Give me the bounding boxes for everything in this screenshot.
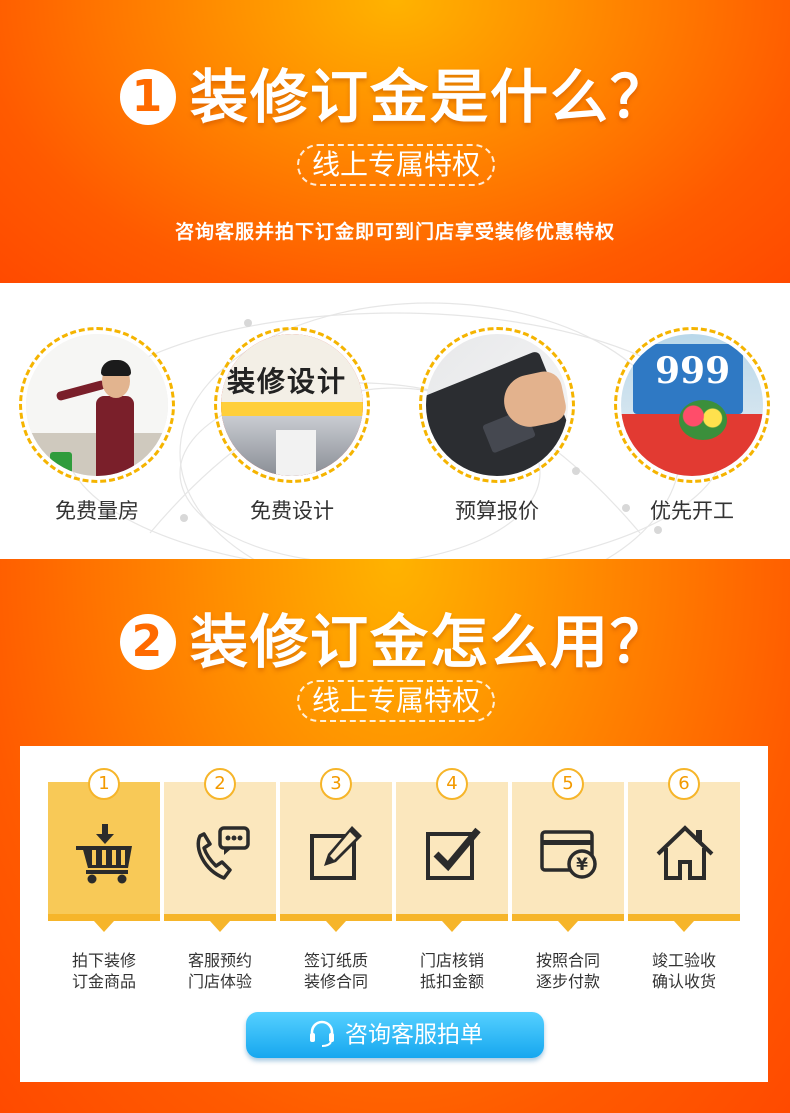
feature-image-frame — [19, 327, 175, 483]
step-5: 5 ¥ — [512, 768, 624, 932]
laptop-photo — [426, 334, 568, 476]
steps-card: 1 2 3 4 5 ¥ 6 拍下装修 订金商品 客服预约 门店体验 签订纸质 装… — [20, 746, 768, 1082]
feature-item: 999 优先开工 — [612, 327, 772, 525]
section1-title-text: 装修订金是什么？ — [189, 63, 670, 131]
step-number: 4 — [436, 768, 468, 800]
step-label: 竣工验收 确认收货 — [628, 950, 740, 992]
feature-item: 免费量房 — [17, 327, 177, 525]
feature-image-frame — [419, 327, 575, 483]
step-label-line: 客服预约 — [187, 951, 252, 970]
step-label: 拍下装修 订金商品 — [48, 950, 160, 992]
event-banner-text: 999 — [655, 350, 731, 392]
step-4: 4 — [396, 768, 508, 932]
step-number: 5 — [552, 768, 584, 800]
feature-label: 优先开工 — [650, 499, 734, 523]
feature-label: 免费量房 — [55, 499, 139, 523]
checkbox-icon — [426, 827, 481, 880]
edit-icon — [310, 826, 362, 880]
step-label-line: 装修合同 — [303, 972, 368, 991]
step-label-line: 拍下装修 — [71, 951, 136, 970]
feature-item: 预算报价 — [417, 327, 577, 525]
step-label-line: 竣工验收 — [651, 951, 716, 970]
step-label-line: 门店核销 — [419, 951, 484, 970]
home-icon — [656, 825, 714, 880]
section1-title: 1 装修订金是什么？ — [0, 50, 790, 134]
section2-pill: 线上专属特权 — [297, 680, 495, 722]
consult-service-button[interactable]: 咨询客服拍单 — [246, 1012, 544, 1058]
step-number: 6 — [668, 768, 700, 800]
step-label-line: 确认收货 — [651, 972, 716, 991]
step-6: 6 — [628, 768, 740, 932]
feature-label: 预算报价 — [455, 499, 539, 523]
step-label-line: 逐步付款 — [535, 972, 600, 991]
yen-symbol: ¥ — [576, 855, 588, 875]
step-number: 1 — [88, 768, 120, 800]
section2-number-badge: 2 — [119, 614, 176, 670]
step-label-line: 签订纸质 — [303, 951, 368, 970]
step-label: 签订纸质 装修合同 — [280, 950, 392, 992]
step-number: 3 — [320, 768, 352, 800]
step-label-line: 按照合同 — [535, 951, 600, 970]
design-shop-photo: 装修设计 — [221, 334, 363, 476]
step-label-line: 订金商品 — [71, 972, 136, 991]
section2-title: 2 装修订金怎么用？ — [0, 595, 790, 679]
payment-card-icon: ¥ — [540, 830, 597, 879]
step-label: 按照合同 逐步付款 — [512, 950, 624, 992]
step-label: 门店核销 抵扣金额 — [396, 950, 508, 992]
shop-sign-text: 装修设计 — [227, 365, 348, 398]
phone-chat-icon — [196, 826, 250, 880]
opening-event-photo: 999 — [621, 334, 763, 476]
section1-banner: 1 装修订金是什么？ 线上专属特权 咨询客服并拍下订金即可到门店享受装修优惠特权 — [0, 0, 790, 283]
step-number: 2 — [204, 768, 236, 800]
section1-number-badge: 1 — [119, 69, 176, 125]
consult-service-button-label: 咨询客服拍单 — [345, 1022, 483, 1048]
step-label-line: 门店体验 — [187, 972, 252, 991]
step-1: 1 — [48, 768, 160, 932]
step-2: 2 — [164, 768, 276, 932]
feature-item: 装修设计 免费设计 — [212, 327, 372, 525]
step-3: 3 — [280, 768, 392, 932]
headset-icon — [310, 1020, 334, 1047]
features-band: 免费量房 装修设计 免费设计 预算报价 999 优先开工 — [0, 283, 790, 559]
section1-subtitle: 咨询客服并拍下订金即可到门店享受装修优惠特权 — [174, 221, 615, 243]
feature-label: 免费设计 — [250, 499, 334, 523]
measure-room-photo — [26, 334, 168, 476]
shopping-cart-icon — [76, 824, 132, 884]
section1-pill: 线上专属特权 — [297, 144, 495, 186]
feature-image-frame: 装修设计 — [214, 327, 370, 483]
step-label: 客服预约 门店体验 — [164, 950, 276, 992]
section2-title-text: 装修订金怎么用？ — [189, 608, 670, 676]
feature-image-frame: 999 — [614, 327, 770, 483]
step-label-line: 抵扣金额 — [419, 972, 484, 991]
